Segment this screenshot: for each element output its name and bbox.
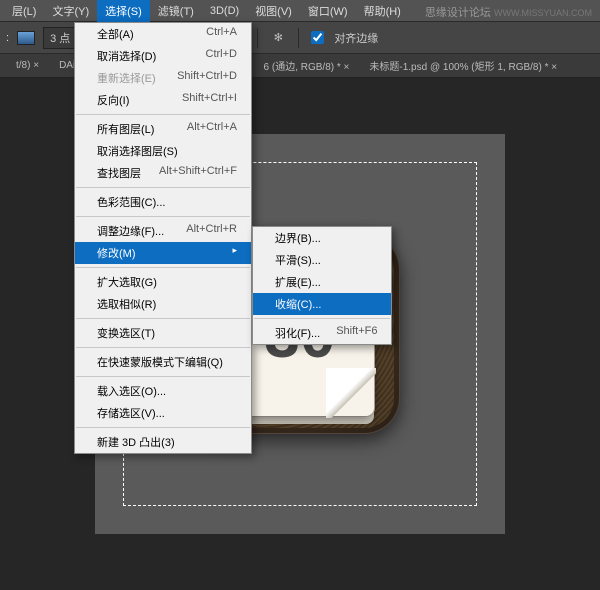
swatch[interactable]	[17, 31, 35, 45]
select-menu-dropdown: 全部(A)Ctrl+A 取消选择(D)Ctrl+D 重新选择(E)Shift+C…	[74, 22, 252, 454]
snap-edges-checkbox[interactable]	[311, 31, 324, 44]
menu-quick-mask[interactable]: 在快速蒙版模式下编辑(Q)	[75, 351, 251, 373]
menu-all-layers[interactable]: 所有图层(L)Alt+Ctrl+A	[75, 118, 251, 140]
stroke-points[interactable]: 3 点	[43, 27, 77, 49]
menu-3d[interactable]: 3D(D)	[202, 2, 247, 20]
menu-reselect: 重新选择(E)Shift+Ctrl+D	[75, 67, 251, 89]
menu-deselect-layers[interactable]: 取消选择图层(S)	[75, 140, 251, 162]
menu-help[interactable]: 帮助(H)	[356, 0, 409, 22]
menu-text[interactable]: 文字(Y)	[44, 0, 97, 22]
menu-similar[interactable]: 选取相似(R)	[75, 293, 251, 315]
menu-color-range[interactable]: 色彩范围(C)...	[75, 191, 251, 213]
menu-all[interactable]: 全部(A)Ctrl+A	[75, 23, 251, 45]
menu-refine-edge[interactable]: 调整边缘(F)...Alt+Ctrl+R	[75, 220, 251, 242]
menu-deselect[interactable]: 取消选择(D)Ctrl+D	[75, 45, 251, 67]
menu-window[interactable]: 窗口(W)	[300, 0, 356, 22]
menu-new-3d[interactable]: 新建 3D 凸出(3)	[75, 431, 251, 453]
menu-select[interactable]: 选择(S)	[97, 0, 150, 22]
menu-filter[interactable]: 滤镜(T)	[150, 0, 202, 22]
menu-inverse[interactable]: 反向(I)Shift+Ctrl+I	[75, 89, 251, 111]
menu-transform-selection[interactable]: 变换选区(T)	[75, 322, 251, 344]
submenu-border[interactable]: 边界(B)...	[253, 227, 391, 249]
menu-find-layers[interactable]: 查找图层Alt+Shift+Ctrl+F	[75, 162, 251, 184]
menu-view[interactable]: 视图(V)	[247, 0, 300, 22]
submenu-expand[interactable]: 扩展(E)...	[253, 271, 391, 293]
submenu-feather[interactable]: 羽化(F)...Shift+F6	[253, 322, 391, 344]
gear-icon[interactable]: ✻	[270, 30, 286, 46]
menu-grow[interactable]: 扩大选取(G)	[75, 271, 251, 293]
menu-modify[interactable]: 修改(M)	[75, 242, 251, 264]
submenu-contract[interactable]: 收缩(C)...	[253, 293, 391, 315]
snap-edges-label: 对齐边缘	[334, 30, 378, 46]
label-colon: :	[6, 32, 9, 44]
tab-3[interactable]: 6 (通边, RGB/8) * ×	[254, 54, 360, 77]
page-curl	[326, 368, 376, 418]
tab-4[interactable]: 未标题-1.psd @ 100% (矩形 1, RGB/8) * ×	[359, 54, 567, 77]
watermark: 思缘设计论坛 WWW.MISSYUAN.COM	[425, 4, 592, 20]
modify-submenu: 边界(B)... 平滑(S)... 扩展(E)... 收缩(C)... 羽化(F…	[252, 226, 392, 345]
tab-1[interactable]: t/8) ×	[6, 56, 49, 75]
submenu-smooth[interactable]: 平滑(S)...	[253, 249, 391, 271]
menu-save-selection[interactable]: 存储选区(V)...	[75, 402, 251, 424]
menu-layer[interactable]: 层(L)	[4, 0, 44, 22]
menu-load-selection[interactable]: 载入选区(O)...	[75, 380, 251, 402]
